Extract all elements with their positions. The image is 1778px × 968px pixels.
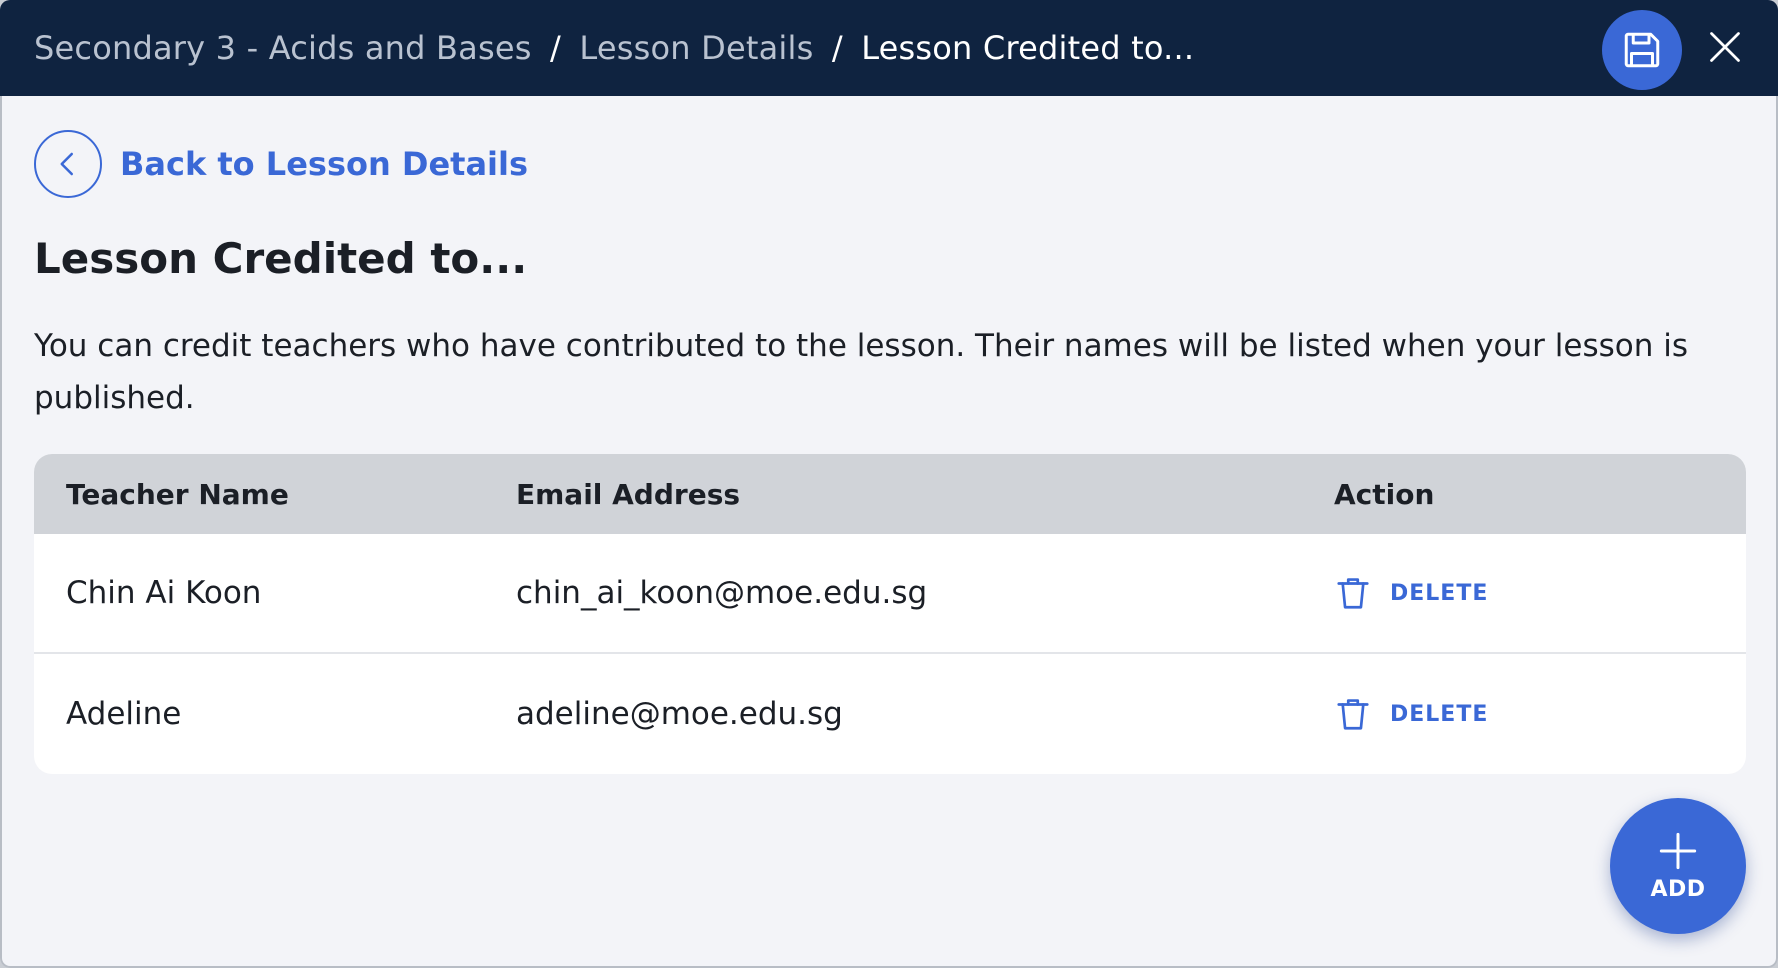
credited-teachers-table: Teacher Name Email Address Action Chin A… (34, 454, 1746, 774)
dialog-window: Secondary 3 - Acids and Bases / Lesson D… (0, 0, 1778, 968)
trash-icon (1337, 699, 1369, 730)
trash-icon (1337, 578, 1369, 609)
save-button[interactable] (1602, 10, 1682, 90)
page-description: You can credit teachers who have contrib… (34, 328, 1688, 416)
action-cell: DELETE (1334, 695, 1746, 733)
breadcrumb-separator: / (550, 29, 561, 67)
delete-button[interactable]: DELETE (1334, 695, 1488, 733)
breadcrumb-item-lesson[interactable]: Secondary 3 - Acids and Bases (34, 29, 532, 67)
chevron-left-icon (60, 152, 73, 176)
delete-button-label[interactable]: DELETE (1390, 702, 1488, 727)
plus-icon (1659, 832, 1697, 869)
delete-button[interactable]: DELETE (1334, 574, 1488, 612)
close-icon (1710, 32, 1740, 62)
email-cell: adeline@moe.edu.sg (516, 696, 843, 732)
column-header-email: Email Address (516, 477, 741, 511)
column-header-teacher-name: Teacher Name (66, 477, 289, 511)
table-row: Chin Ai Koon chin_ai_koon@moe.edu.sg DEL… (34, 534, 1746, 654)
breadcrumb-current: Lesson Credited to... (861, 29, 1195, 67)
delete-button-label[interactable]: DELETE (1390, 581, 1488, 606)
breadcrumb-item-lesson-details[interactable]: Lesson Details (579, 29, 813, 67)
add-button-label[interactable]: ADD (1650, 877, 1705, 902)
breadcrumb: Secondary 3 - Acids and Bases / Lesson D… (34, 29, 1194, 67)
back-link-label[interactable]: Back to Lesson Details (120, 145, 528, 183)
table-header: Teacher Name Email Address Action (34, 454, 1746, 534)
action-cell: DELETE (1334, 574, 1746, 612)
table-row: Adeline adeline@moe.edu.sg DELETE (34, 654, 1746, 774)
teacher-name-cell: Adeline (66, 696, 182, 732)
back-button[interactable] (34, 130, 102, 198)
close-button[interactable] (1700, 22, 1750, 72)
column-header-action: Action (1334, 477, 1435, 511)
page-title: Lesson Credited to... (34, 234, 528, 283)
email-cell: chin_ai_koon@moe.edu.sg (516, 575, 928, 611)
teacher-name-cell: Chin Ai Koon (66, 575, 262, 611)
save-icon (1624, 32, 1660, 68)
add-button[interactable]: ADD (1610, 798, 1746, 934)
back-link[interactable]: Back to Lesson Details (34, 130, 528, 198)
breadcrumb-separator: / (831, 29, 843, 67)
top-bar: Secondary 3 - Acids and Bases / Lesson D… (0, 0, 1778, 96)
